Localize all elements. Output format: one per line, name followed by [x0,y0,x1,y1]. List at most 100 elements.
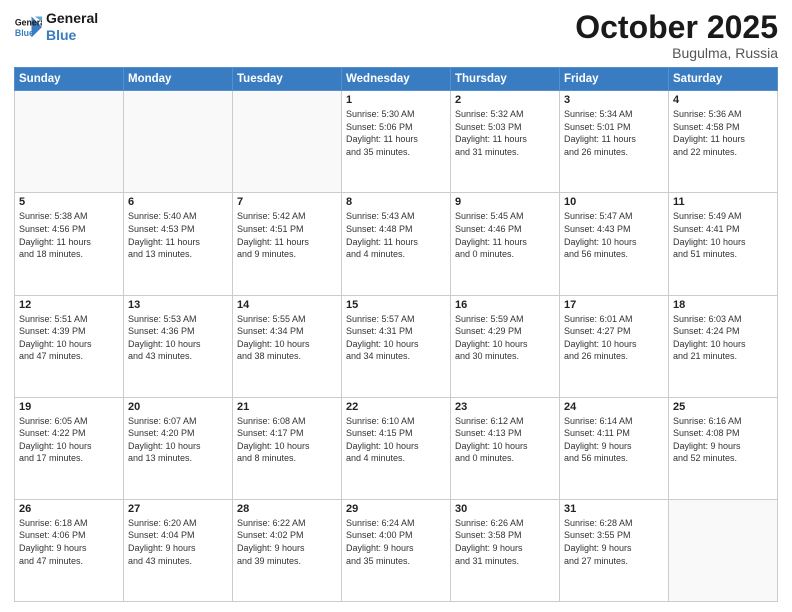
day-number: 21 [237,401,337,413]
calendar-cell: 16 Sunrise: 5:59 AM Sunset: 4:29 PM Dayli… [451,295,560,397]
day-number: 18 [673,299,773,311]
calendar-cell: 10 Sunrise: 5:47 AM Sunset: 4:43 PM Dayli… [560,193,669,295]
day-number: 13 [128,299,228,311]
day-number: 6 [128,196,228,208]
day-info: Sunrise: 5:36 AM Sunset: 4:58 PM Dayligh… [673,108,773,158]
dow-header: Wednesday [342,68,451,91]
day-info: Sunrise: 6:12 AM Sunset: 4:13 PM Dayligh… [455,415,555,465]
day-info: Sunrise: 5:43 AM Sunset: 4:48 PM Dayligh… [346,210,446,260]
day-number: 2 [455,94,555,106]
calendar-cell [15,91,124,193]
calendar-cell: 7Sunrise: 5:42 AM Sunset: 4:51 PM Daylig… [233,193,342,295]
day-number: 17 [564,299,664,311]
day-number: 30 [455,503,555,515]
header: General Blue General Blue October 2025 B… [14,10,778,61]
day-info: Sunrise: 6:05 AM Sunset: 4:22 PM Dayligh… [19,415,119,465]
calendar-cell [669,499,778,601]
day-info: Sunrise: 6:14 AM Sunset: 4:11 PM Dayligh… [564,415,664,465]
day-info: Sunrise: 6:20 AM Sunset: 4:04 PM Dayligh… [128,517,228,567]
month-title: October 2025 [575,10,778,45]
calendar-cell: 21 Sunrise: 6:08 AM Sunset: 4:17 PM Dayli… [233,397,342,499]
day-info: Sunrise: 5:32 AM Sunset: 5:03 PM Dayligh… [455,108,555,158]
day-number: 27 [128,503,228,515]
day-number: 16 [455,299,555,311]
calendar-cell: 11 Sunrise: 5:49 AM Sunset: 4:41 PM Dayli… [669,193,778,295]
calendar-cell: 15 Sunrise: 5:57 AM Sunset: 4:31 PM Dayli… [342,295,451,397]
day-number: 15 [346,299,446,311]
calendar-table: SundayMondayTuesdayWednesdayThursdayFrid… [14,67,778,602]
day-number: 24 [564,401,664,413]
day-info: Sunrise: 6:16 AM Sunset: 4:08 PM Dayligh… [673,415,773,465]
day-number: 11 [673,196,773,208]
calendar-cell: 29Sunrise: 6:24 AM Sunset: 4:00 PM Dayli… [342,499,451,601]
calendar-cell: 9 Sunrise: 5:45 AM Sunset: 4:46 PM Daylig… [451,193,560,295]
day-number: 28 [237,503,337,515]
day-info: Sunrise: 6:26 AM Sunset: 3:58 PM Dayligh… [455,517,555,567]
day-info: Sunrise: 6:10 AM Sunset: 4:15 PM Dayligh… [346,415,446,465]
calendar-cell: 8 Sunrise: 5:43 AM Sunset: 4:48 PM Daylig… [342,193,451,295]
day-info: Sunrise: 5:34 AM Sunset: 5:01 PM Dayligh… [564,108,664,158]
day-info: Sunrise: 5:53 AM Sunset: 4:36 PM Dayligh… [128,313,228,363]
calendar-cell: 25 Sunrise: 6:16 AM Sunset: 4:08 PM Dayli… [669,397,778,499]
calendar-cell [124,91,233,193]
calendar-cell: 19 Sunrise: 6:05 AM Sunset: 4:22 PM Dayli… [15,397,124,499]
day-info: Sunrise: 5:57 AM Sunset: 4:31 PM Dayligh… [346,313,446,363]
calendar-cell: 23 Sunrise: 6:12 AM Sunset: 4:13 PM Dayli… [451,397,560,499]
day-info: Sunrise: 5:45 AM Sunset: 4:46 PM Dayligh… [455,210,555,260]
day-number: 20 [128,401,228,413]
svg-text:General: General [15,17,42,27]
day-number: 8 [346,196,446,208]
day-info: Sunrise: 5:59 AM Sunset: 4:29 PM Dayligh… [455,313,555,363]
day-info: Sunrise: 6:07 AM Sunset: 4:20 PM Dayligh… [128,415,228,465]
calendar-cell: 22Sunrise: 6:10 AM Sunset: 4:15 PM Dayli… [342,397,451,499]
day-info: Sunrise: 5:51 AM Sunset: 4:39 PM Dayligh… [19,313,119,363]
day-info: Sunrise: 5:38 AM Sunset: 4:56 PM Dayligh… [19,210,119,260]
day-number: 9 [455,196,555,208]
calendar-cell: 30 Sunrise: 6:26 AM Sunset: 3:58 PM Dayli… [451,499,560,601]
day-number: 14 [237,299,337,311]
day-number: 25 [673,401,773,413]
calendar-cell: 2 Sunrise: 5:32 AM Sunset: 5:03 PM Daylig… [451,91,560,193]
dow-header: Monday [124,68,233,91]
day-number: 1 [346,94,446,106]
dow-header: Friday [560,68,669,91]
dow-header: Saturday [669,68,778,91]
day-info: Sunrise: 5:47 AM Sunset: 4:43 PM Dayligh… [564,210,664,260]
day-info: Sunrise: 6:18 AM Sunset: 4:06 PM Dayligh… [19,517,119,567]
dow-header: Sunday [15,68,124,91]
day-number: 19 [19,401,119,413]
calendar-cell [233,91,342,193]
calendar-cell: 17 Sunrise: 6:01 AM Sunset: 4:27 PM Dayli… [560,295,669,397]
title-block: October 2025 Bugulma, Russia [575,10,778,61]
calendar-cell: 28 Sunrise: 6:22 AM Sunset: 4:02 PM Dayli… [233,499,342,601]
calendar-cell: 13 Sunrise: 5:53 AM Sunset: 4:36 PM Dayli… [124,295,233,397]
logo: General Blue General Blue [14,10,98,44]
day-number: 10 [564,196,664,208]
day-info: Sunrise: 5:49 AM Sunset: 4:41 PM Dayligh… [673,210,773,260]
day-info: Sunrise: 6:01 AM Sunset: 4:27 PM Dayligh… [564,313,664,363]
calendar-cell: 12 Sunrise: 5:51 AM Sunset: 4:39 PM Dayli… [15,295,124,397]
day-info: Sunrise: 6:22 AM Sunset: 4:02 PM Dayligh… [237,517,337,567]
day-info: Sunrise: 5:40 AM Sunset: 4:53 PM Dayligh… [128,210,228,260]
day-info: Sunrise: 5:55 AM Sunset: 4:34 PM Dayligh… [237,313,337,363]
day-info: Sunrise: 5:42 AM Sunset: 4:51 PM Dayligh… [237,210,337,260]
logo-icon: General Blue [14,13,42,41]
calendar-cell: 20 Sunrise: 6:07 AM Sunset: 4:20 PM Dayli… [124,397,233,499]
calendar-cell: 31Sunrise: 6:28 AM Sunset: 3:55 PM Dayli… [560,499,669,601]
day-number: 31 [564,503,664,515]
day-number: 12 [19,299,119,311]
calendar-cell: 5 Sunrise: 5:38 AM Sunset: 4:56 PM Daylig… [15,193,124,295]
location: Bugulma, Russia [575,45,778,61]
calendar-cell: 1Sunrise: 5:30 AM Sunset: 5:06 PM Daylig… [342,91,451,193]
day-number: 4 [673,94,773,106]
day-number: 5 [19,196,119,208]
calendar-cell: 24 Sunrise: 6:14 AM Sunset: 4:11 PM Dayli… [560,397,669,499]
calendar-cell: 27 Sunrise: 6:20 AM Sunset: 4:04 PM Dayli… [124,499,233,601]
day-number: 23 [455,401,555,413]
calendar-cell: 4 Sunrise: 5:36 AM Sunset: 4:58 PM Daylig… [669,91,778,193]
day-number: 29 [346,503,446,515]
calendar-cell: 6 Sunrise: 5:40 AM Sunset: 4:53 PM Daylig… [124,193,233,295]
calendar-cell: 14 Sunrise: 5:55 AM Sunset: 4:34 PM Dayli… [233,295,342,397]
calendar-cell: 3Sunrise: 5:34 AM Sunset: 5:01 PM Daylig… [560,91,669,193]
day-info: Sunrise: 6:08 AM Sunset: 4:17 PM Dayligh… [237,415,337,465]
